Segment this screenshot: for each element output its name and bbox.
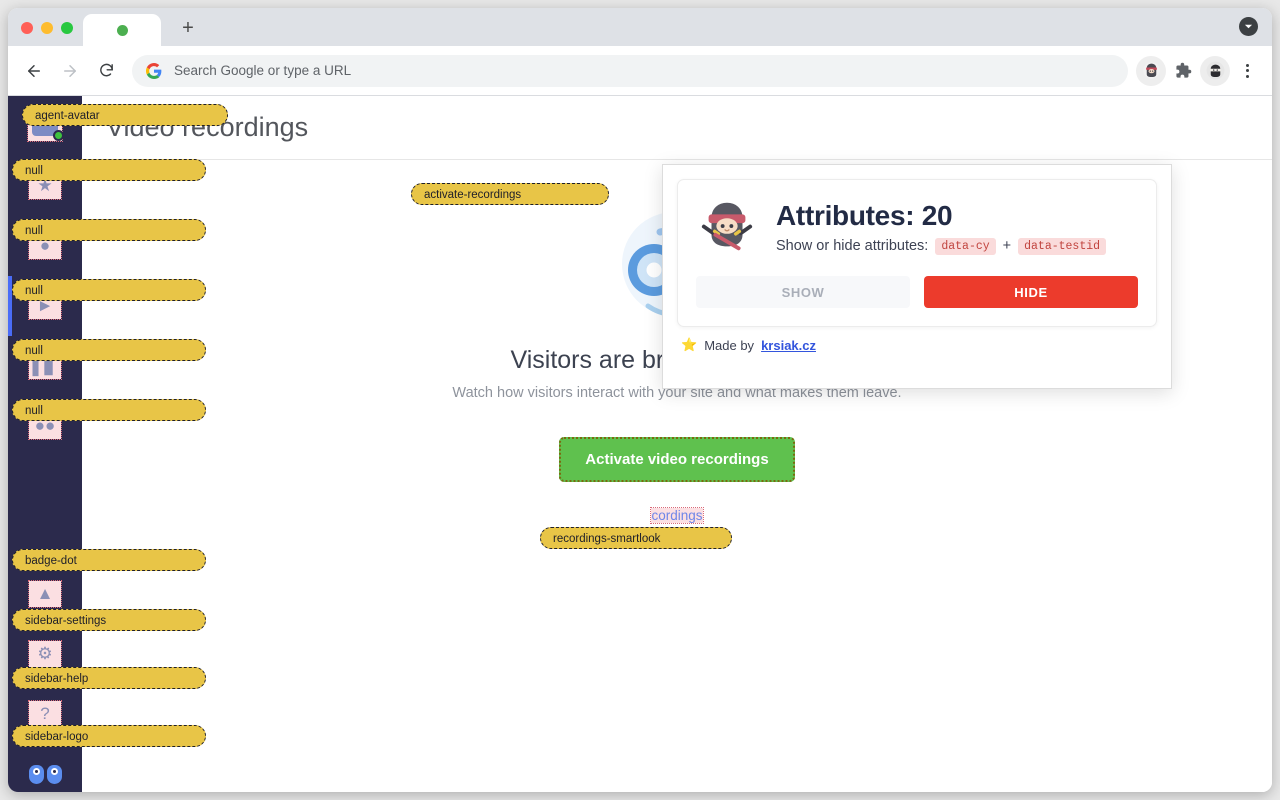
popup-title: Attributes: 20 bbox=[776, 199, 953, 231]
attr-badge-dashboard: null bbox=[12, 159, 206, 181]
question-icon: ? bbox=[28, 700, 62, 728]
page-viewport: ★ ● ► ▌▋ ●● ▲ ⚙ ? Video recordings Visit… bbox=[8, 96, 1272, 792]
toolbar-icons bbox=[1136, 55, 1262, 86]
hide-attributes-button[interactable]: HIDE bbox=[924, 276, 1138, 308]
page-header: Video recordings bbox=[82, 96, 1272, 160]
learn-more-row: cordings bbox=[650, 507, 704, 524]
address-bar[interactable]: Search Google or type a URL bbox=[132, 54, 1128, 87]
attr-badge-activate-recordings: activate-recordings bbox=[411, 183, 609, 205]
footer-prefix: Made by bbox=[704, 337, 755, 353]
forward-button[interactable] bbox=[54, 55, 86, 87]
activate-video-recordings-button[interactable]: Activate video recordings bbox=[559, 437, 795, 482]
online-status-dot bbox=[53, 130, 64, 141]
tab-strip: + bbox=[8, 8, 1272, 46]
browser-window: + Search Google or type a URL ★ ● ► ▌▋ ●… bbox=[8, 8, 1272, 792]
close-window-button[interactable] bbox=[21, 22, 33, 34]
attribute-data-cy: data-cy bbox=[935, 237, 996, 255]
attr-badge-sidebar-help: sidebar-help bbox=[12, 667, 206, 689]
reload-button[interactable] bbox=[90, 55, 122, 87]
popup-text-block: Attributes: 20 Show or hide attributes: … bbox=[776, 199, 1107, 255]
google-icon bbox=[146, 62, 162, 79]
maximize-window-button[interactable] bbox=[61, 22, 73, 34]
author-link[interactable]: krsiak.cz bbox=[761, 338, 816, 353]
smartlook-logo-icon bbox=[28, 764, 62, 784]
attribute-joiner: + bbox=[1002, 238, 1012, 254]
attr-badge-recordings: null bbox=[12, 279, 206, 301]
gear-icon: ⚙ bbox=[28, 640, 62, 668]
sidebar-item-logo[interactable] bbox=[8, 744, 82, 792]
address-bar-placeholder: Search Google or type a URL bbox=[174, 63, 352, 78]
attr-badge-analytics: null bbox=[12, 339, 206, 361]
green-dot-icon bbox=[116, 24, 128, 36]
minimize-window-button[interactable] bbox=[41, 22, 53, 34]
attr-badge-agent-avatar: agent-avatar bbox=[22, 104, 228, 126]
kebab-menu-icon[interactable] bbox=[1232, 56, 1262, 86]
popup-header: Attributes: 20 Show or hide attributes: … bbox=[696, 196, 1138, 258]
back-button[interactable] bbox=[18, 55, 50, 87]
attr-badge-chat: null bbox=[12, 399, 206, 421]
chevron-down-circle-icon[interactable] bbox=[1239, 17, 1258, 36]
attr-badge-badge-dot: badge-dot bbox=[12, 549, 206, 571]
popup-subtitle: Show or hide attributes: bbox=[776, 238, 929, 254]
popup-card: Attributes: 20 Show or hide attributes: … bbox=[677, 179, 1157, 327]
attr-badge-visitors: null bbox=[12, 219, 206, 241]
attr-badge-recordings-smartlook: recordings-smartlook bbox=[540, 527, 732, 549]
popup-footer: ⭐ Made by krsiak.cz bbox=[677, 327, 1157, 353]
attribute-data-testid: data-testid bbox=[1018, 237, 1107, 255]
new-tab-button[interactable]: + bbox=[173, 13, 203, 43]
popup-subtitle-row: Show or hide attributes: data-cy + data-… bbox=[776, 237, 1107, 255]
browser-toolbar: Search Google or type a URL bbox=[8, 46, 1272, 96]
puzzle-piece-icon[interactable] bbox=[1168, 56, 1198, 86]
show-attributes-button[interactable]: SHOW bbox=[696, 276, 910, 308]
ninja-icon[interactable] bbox=[1136, 55, 1166, 86]
star-icon: ⭐ bbox=[681, 337, 698, 352]
profile-avatar-icon[interactable] bbox=[1200, 55, 1230, 86]
browser-tab[interactable] bbox=[83, 14, 161, 46]
attr-badge-sidebar-settings: sidebar-settings bbox=[12, 609, 206, 631]
extension-popup: Attributes: 20 Show or hide attributes: … bbox=[662, 164, 1172, 389]
tab-strip-right bbox=[1239, 17, 1272, 46]
recordings-link[interactable]: cordings bbox=[650, 507, 704, 524]
active-indicator bbox=[8, 276, 12, 336]
popup-actions: SHOW HIDE bbox=[696, 276, 1138, 308]
attr-badge-sidebar-logo: sidebar-logo bbox=[12, 725, 206, 747]
ninja-mascot-icon bbox=[701, 202, 753, 251]
bell-icon: ▲ bbox=[28, 580, 62, 608]
window-traffic-lights bbox=[8, 22, 83, 46]
